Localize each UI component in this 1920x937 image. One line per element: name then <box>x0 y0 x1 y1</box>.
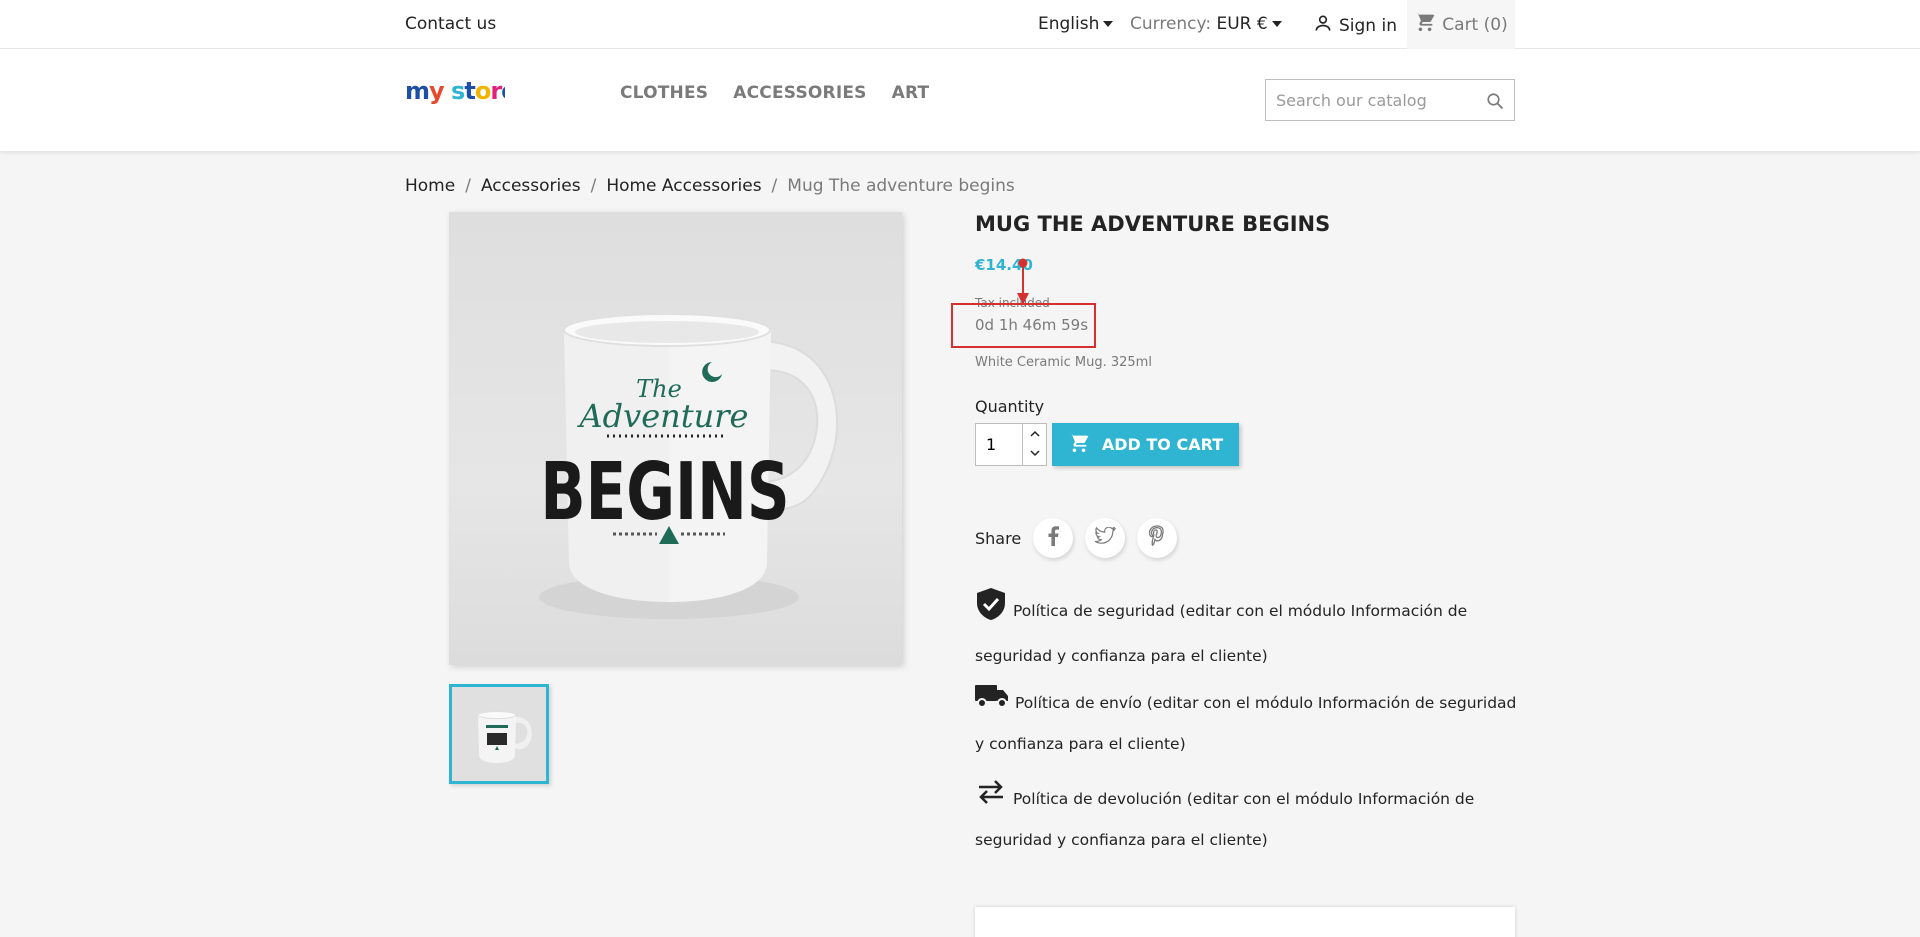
search-box <box>1265 79 1515 121</box>
shopping-cart-icon <box>1068 432 1090 458</box>
quantity-increase-button[interactable] <box>1022 424 1046 445</box>
facebook-icon <box>1045 526 1061 550</box>
language-selector[interactable]: English <box>1038 14 1114 34</box>
shopping-cart-icon <box>1414 11 1436 38</box>
product-tabs-panel <box>975 907 1515 937</box>
pinterest-share-button[interactable] <box>1137 518 1178 558</box>
product-short-description: White Ceramic Mug. 325ml <box>975 355 1152 370</box>
share-label: Share <box>975 528 1022 548</box>
store-logo[interactable]: my store <box>405 77 518 118</box>
nav-accessories[interactable]: ACCESSORIES <box>733 83 866 103</box>
breadcrumb-separator: / <box>771 176 778 196</box>
quantity-stepper <box>975 423 1047 466</box>
exchange-arrows-icon <box>975 779 1007 820</box>
breadcrumb-accessories[interactable]: Accessories <box>481 176 581 196</box>
truck-icon <box>975 683 1009 724</box>
security-policy: Política de seguridad (editar con el mód… <box>975 587 1520 676</box>
breadcrumb-separator: / <box>465 176 471 196</box>
facebook-share-button[interactable] <box>1033 518 1074 558</box>
product-thumbnail[interactable] <box>449 684 549 784</box>
quantity-label: Quantity <box>975 397 1045 416</box>
breadcrumb-separator: / <box>590 176 597 196</box>
add-to-cart-button[interactable]: ADD TO CART <box>1052 423 1239 466</box>
breadcrumb: Home / Accessories / Home Accessories / … <box>405 176 1015 196</box>
sign-in-link[interactable]: Sign in <box>1313 13 1397 38</box>
mug-print-line3: BEGINS <box>540 446 789 539</box>
mug-print-line2: Adventure <box>577 397 749 435</box>
contact-us-link[interactable]: Contact us <box>405 14 496 34</box>
svg-text:my store: my store <box>405 77 505 105</box>
twitter-icon <box>1094 526 1117 549</box>
add-to-cart-label: ADD TO CART <box>1101 435 1224 454</box>
currency-selector[interactable]: Currency: EUR € <box>1130 14 1282 34</box>
sign-in-label: Sign in <box>1339 15 1397 36</box>
product-main-image[interactable]: The Adventure BEGINS <box>449 212 902 665</box>
chevron-down-icon <box>1029 449 1040 460</box>
shield-check-icon <box>975 587 1007 636</box>
breadcrumb-current: Mug The adventure begins <box>787 176 1015 196</box>
language-value: English <box>1038 14 1100 34</box>
return-policy-text: Política de devolución (editar con el mó… <box>975 790 1475 849</box>
user-icon <box>1313 13 1333 38</box>
return-policy: Política de devolución (editar con el mó… <box>975 779 1520 860</box>
top-bar: Contact us English Currency: EUR € Sign … <box>0 0 1920 49</box>
breadcrumb-home-accessories[interactable]: Home Accessories <box>606 176 761 196</box>
caret-down-icon <box>1103 21 1114 27</box>
shipping-policy-text: Política de envío (editar con el módulo … <box>975 694 1517 753</box>
share-section: Share <box>975 518 1178 558</box>
product-title: Mug The adventure begins <box>975 212 1331 236</box>
search-input[interactable] <box>1266 80 1476 120</box>
caret-down-icon <box>1271 21 1282 27</box>
shipping-policy: Política de envío (editar con el módulo … <box>975 683 1520 764</box>
security-policy-text: Política de seguridad (editar con el mód… <box>975 602 1468 665</box>
currency-label: Currency: <box>1130 14 1212 34</box>
quantity-input[interactable] <box>976 424 1022 465</box>
quantity-decrease-button[interactable] <box>1022 444 1046 465</box>
breadcrumb-home[interactable]: Home <box>405 176 455 196</box>
main-header: my store CLOTHES ACCESSORIES ART <box>0 49 1920 151</box>
nav-clothes[interactable]: CLOTHES <box>620 83 708 103</box>
cart-label: Cart (0) <box>1442 14 1508 35</box>
currency-value: EUR € <box>1216 14 1268 34</box>
nav-art[interactable]: ART <box>892 83 930 103</box>
pinterest-icon <box>1148 525 1166 551</box>
chevron-up-icon <box>1029 429 1040 440</box>
search-icon[interactable] <box>1486 92 1504 114</box>
twitter-share-button[interactable] <box>1085 518 1126 558</box>
main-nav: CLOTHES ACCESSORIES ART <box>620 83 929 103</box>
annotation-highlight-box <box>951 303 1096 348</box>
cart-button[interactable]: Cart (0) <box>1407 0 1515 49</box>
